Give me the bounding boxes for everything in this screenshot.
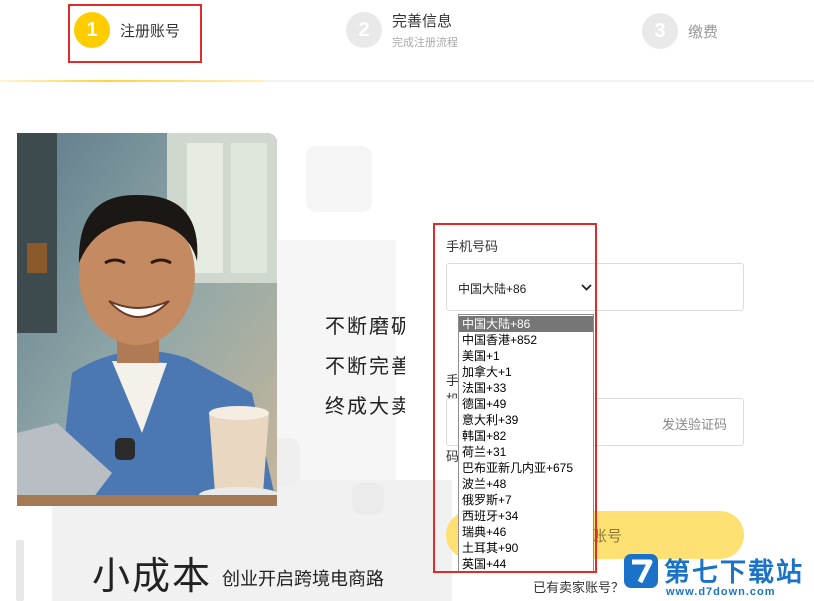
step-payment: 3 缴费 bbox=[642, 13, 718, 49]
send-code-button[interactable]: 发送验证码 bbox=[662, 414, 727, 433]
slogan-line: 不断完善 bbox=[325, 356, 405, 378]
step-complete-info: 2 完善信息 完成注册流程 bbox=[346, 10, 458, 50]
watermark-logo-icon bbox=[624, 554, 658, 588]
watermark-url: www.d7down.com bbox=[666, 586, 776, 598]
step-number-badge: 2 bbox=[346, 12, 382, 48]
steps-progress-bar bbox=[0, 80, 265, 82]
step-title: 缴费 bbox=[688, 23, 719, 41]
site-watermark: 第七下载站 www.d7down.com bbox=[618, 548, 814, 601]
annotation-highlight-box bbox=[433, 223, 597, 573]
annotation-highlight-box bbox=[68, 4, 202, 63]
step-number-badge: 3 bbox=[642, 13, 678, 49]
slogan-line: 不断磨砺 bbox=[325, 316, 405, 338]
decor-square bbox=[306, 146, 372, 212]
step-subtitle: 完成注册流程 bbox=[392, 37, 458, 49]
decor-bar bbox=[16, 540, 24, 601]
login-hint[interactable]: 已有卖家账号？ bbox=[533, 577, 624, 596]
watermark-name: 第七下载站 bbox=[664, 557, 805, 587]
hero-photo bbox=[17, 133, 277, 506]
slogan-line: 终成大卖 bbox=[325, 396, 405, 418]
smiling-man-illustration bbox=[17, 133, 277, 506]
promo-title: 小成本 bbox=[92, 556, 213, 598]
step-title: 完善信息 bbox=[392, 13, 453, 30]
promo-subtitle: 创业开启跨境电商路 bbox=[222, 569, 384, 589]
decor-square bbox=[352, 483, 384, 515]
